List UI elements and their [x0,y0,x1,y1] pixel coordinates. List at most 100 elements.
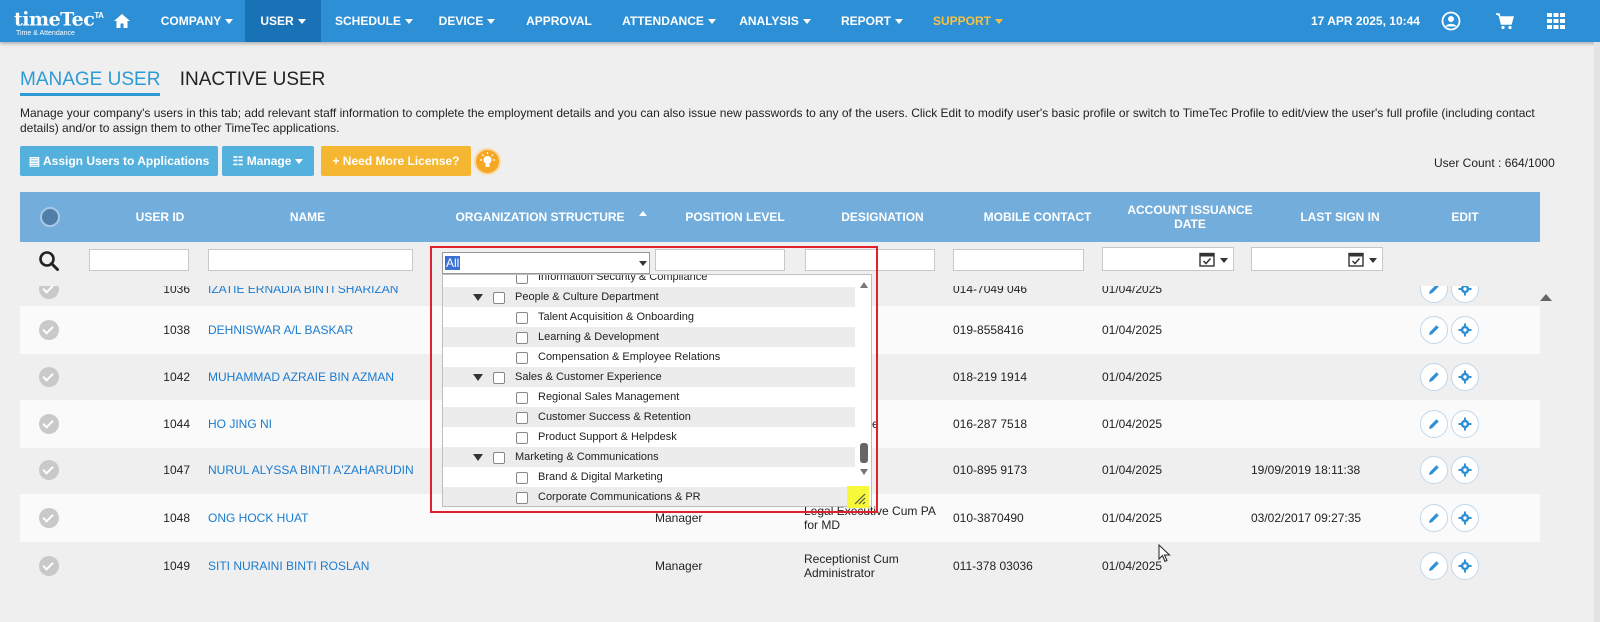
filter-issuance-date[interactable] [1102,247,1234,271]
select-all-checkbox[interactable] [40,207,60,227]
header-org-structure[interactable]: ORGANIZATION STRUCTURE [450,192,630,242]
tab-inactive-user[interactable]: INACTIVE USER [180,69,326,90]
settings-gear-button[interactable] [1451,363,1479,391]
nav-analysis[interactable]: ANALYSIS [735,0,815,42]
nav-company[interactable]: COMPANY [150,0,244,42]
header-account-issuance-date[interactable]: ACCOUNT ISSUANCE DATE [1125,192,1255,242]
last-sign-in: 03/02/2017 09:27:35 [1251,511,1362,525]
nav-attendance[interactable]: ATTENDANCE [618,0,720,42]
filter-mobile-input[interactable] [953,249,1084,271]
calendar-icon[interactable] [1348,251,1364,267]
mobile-contact: 019-8558416 [953,323,1024,337]
user-name-link[interactable]: SITI NURAINI BINTI ROSLAN [208,542,428,590]
position-level: Manager [655,559,703,573]
user-circle-icon[interactable] [1441,11,1461,31]
mobile-contact: 010-895 9173 [953,463,1028,477]
nav-support[interactable]: SUPPORT [928,0,1008,42]
list-icon: ▤ [28,154,41,168]
user-name-link[interactable]: ONG HOCK HUAT [208,494,428,542]
pencil-icon [1429,286,1439,294]
manage-button[interactable]: ☷ Manage [222,146,314,176]
search-icon[interactable] [38,250,60,272]
settings-gear-button[interactable] [1451,286,1479,303]
edit-pencil-button[interactable] [1420,363,1448,391]
header-user-id[interactable]: USER ID [110,192,210,242]
cart-icon[interactable] [1495,11,1515,31]
sort-asc-icon[interactable] [639,211,647,216]
nav-approval[interactable]: APPROVAL [524,0,594,42]
pencil-icon [1429,325,1439,335]
edit-pencil-button[interactable] [1420,316,1448,344]
mouse-cursor-icon [1158,544,1171,563]
grid-icon[interactable] [1546,11,1566,31]
scroll-up-icon[interactable] [1540,294,1552,301]
assign-users-button[interactable]: ▤ Assign Users to Applications [20,146,218,176]
table-header: USER ID NAME ORGANIZATION STRUCTURE POSI… [20,192,1540,242]
header-position-level[interactable]: POSITION LEVEL [670,192,800,242]
edit-pencil-button[interactable] [1420,286,1448,303]
settings-gear-button[interactable] [1451,504,1479,532]
edit-pencil-button[interactable] [1420,456,1448,484]
user-tabs: MANAGE USER INACTIVE USER [20,69,339,96]
last-sign-in [1251,353,1401,401]
user-name-link[interactable]: NURUL ALYSSA BINTI A'ZAHARUDIN [208,446,428,494]
mobile-contact: 018-219 1914 [953,370,1028,384]
pencil-icon [1429,372,1439,382]
user-name-link[interactable]: MUHAMMAD AZRAIE BIN AZMAN [208,353,428,401]
nav-device[interactable]: DEVICE [436,0,498,42]
filter-name-input[interactable] [208,249,413,271]
user-name-link[interactable]: HO JING NI [208,400,428,448]
settings-gear-button[interactable] [1451,552,1479,580]
edit-pencil-button[interactable] [1420,504,1448,532]
user-name-link[interactable]: DEHNISWAR A/L BASKAR [208,306,428,354]
header-last-sign-in[interactable]: LAST SIGN IN [1275,192,1405,242]
resize-handle[interactable] [847,486,869,508]
timetec-logo[interactable]: timeTecTA Time & Attendance [14,6,104,37]
filter-user-id-input[interactable] [89,249,189,271]
lightbulb-icon[interactable] [474,148,501,175]
mobile-contact: 010-3870490 [953,511,1024,525]
nav-user[interactable]: USER [245,0,321,42]
tab-manage-user[interactable]: MANAGE USER [20,69,161,96]
calendar-icon[interactable] [1199,251,1215,267]
gear-icon [1458,559,1472,573]
nav-schedule[interactable]: SCHEDULE [330,0,418,42]
chevron-down-icon[interactable] [1369,258,1377,263]
filter-last-sign-in-date[interactable] [1251,247,1383,271]
gear-icon [1458,417,1472,431]
page-description: Manage your company's users in this tab;… [20,106,1535,135]
mobile-contact: 011-378 03036 [953,559,1033,573]
issuance-date: 01/04/2025 [1102,370,1163,384]
header-mobile-contact[interactable]: MOBILE CONTACT [970,192,1105,242]
edit-pencil-button[interactable] [1420,552,1448,580]
edit-pencil-button[interactable] [1420,410,1448,438]
top-navigation-bar: timeTecTA Time & Attendance COMPANY USER… [0,0,1600,42]
issuance-date: 01/04/2025 [1102,511,1163,525]
home-icon[interactable] [112,11,132,31]
need-more-license-button[interactable]: + Need More License? [321,146,471,176]
settings-gear-button[interactable] [1451,410,1479,438]
last-sign-in: 19/09/2019 18:11:38 [1251,463,1361,477]
user-id: 1049 [163,559,190,573]
user-id: 1047 [163,463,190,477]
issuance-date: 01/04/2025 [1102,323,1163,337]
logo-superscript: TA [94,11,104,20]
highlight-box [430,246,878,513]
designation: Receptionist Cum Administrator [804,552,899,580]
user-id: 1038 [163,323,190,337]
nav-report[interactable]: REPORT [836,0,908,42]
header-designation[interactable]: DESIGNATION [820,192,945,242]
issuance-date: 01/04/2025 [1102,417,1163,431]
last-sign-in [1251,400,1401,448]
page-scrollbar[interactable] [1594,42,1600,622]
gear-icon [1458,511,1472,525]
gear-icon [1458,370,1472,384]
last-sign-in [1251,542,1401,590]
settings-gear-button[interactable] [1451,456,1479,484]
settings-gear-button[interactable] [1451,316,1479,344]
chevron-down-icon[interactable] [1220,258,1228,263]
table-row: 1049 SITI NURAINI BINTI ROSLAN Manager Rece… [20,542,1540,590]
header-name[interactable]: NAME [220,192,395,242]
pencil-icon [1429,561,1439,571]
gear-icon [1458,286,1472,296]
